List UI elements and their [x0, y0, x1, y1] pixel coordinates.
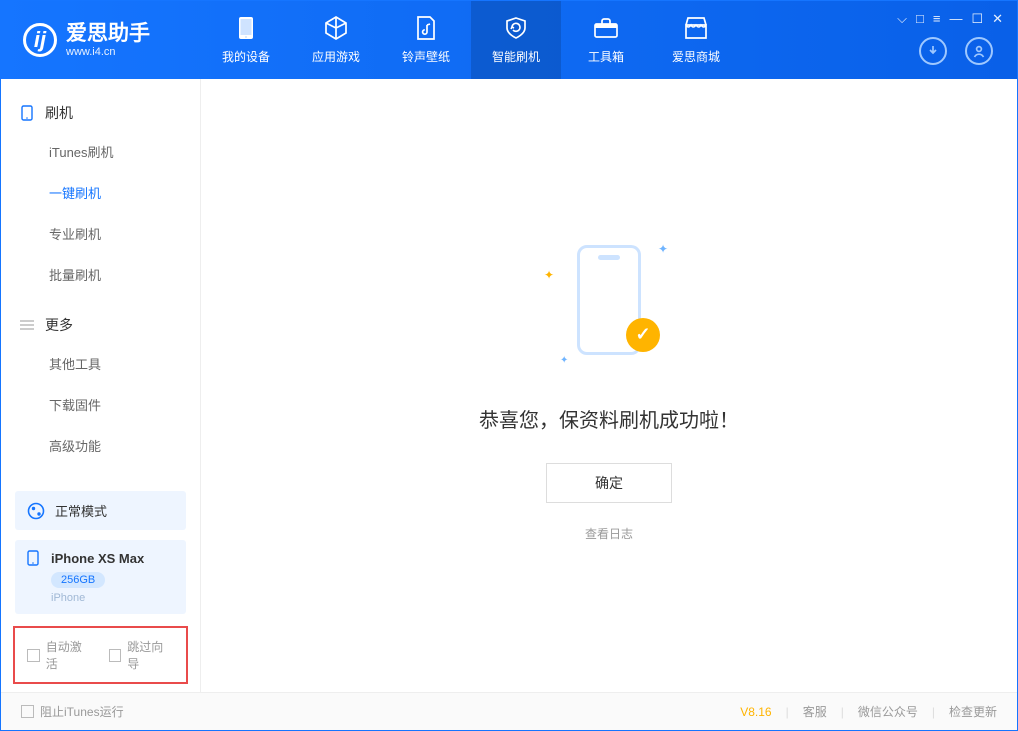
device-name: iPhone XS Max — [51, 551, 144, 566]
section-flash: 刷机 — [1, 95, 200, 131]
nav-tabs: 我的设备 应用游戏 铃声壁纸 智能刷机 工具箱 爱思商城 — [201, 1, 741, 79]
status-bar: 阻止iTunes运行 V8.16 | 客服 | 微信公众号 | 检查更新 — [1, 692, 1017, 730]
version-label: V8.16 — [740, 705, 771, 719]
list-icon — [19, 317, 35, 333]
nav-toolbox[interactable]: 工具箱 — [561, 1, 651, 79]
shirt-icon[interactable]: ⌵ — [897, 11, 907, 27]
device-icon — [233, 15, 259, 41]
view-log-link[interactable]: 查看日志 — [585, 525, 633, 542]
device-phone-icon — [27, 550, 43, 566]
check-badge-icon: ✓ — [626, 318, 660, 352]
device-box[interactable]: iPhone XS Max 256GB iPhone — [15, 540, 186, 614]
ok-button[interactable]: 确定 — [546, 463, 672, 503]
user-button[interactable] — [965, 37, 993, 65]
checkbox-icon — [21, 705, 34, 718]
sidebar-batch-flash[interactable]: 批量刷机 — [1, 254, 200, 295]
logo: ij 爱思助手 www.i4.cn — [1, 22, 201, 59]
mode-label: 正常模式 — [55, 501, 107, 520]
app-site: www.i4.cn — [66, 46, 150, 59]
highlighted-options: 自动激活 跳过向导 — [13, 626, 188, 684]
phone-icon — [19, 105, 35, 121]
close-button[interactable]: ✕ — [992, 11, 1003, 27]
sidebar-advanced[interactable]: 高级功能 — [1, 425, 200, 466]
sparkle-icon: ✦ — [658, 242, 668, 256]
maximize-button[interactable]: ☐ — [971, 11, 983, 27]
download-button[interactable] — [919, 37, 947, 65]
device-storage: 256GB — [51, 572, 105, 588]
cube-icon — [323, 15, 349, 41]
customer-service-link[interactable]: 客服 — [803, 703, 827, 720]
nav-store[interactable]: 爱思商城 — [651, 1, 741, 79]
logo-icon: ij — [23, 23, 57, 57]
sidebar: 刷机 iTunes刷机 一键刷机 专业刷机 批量刷机 更多 其他工具 下载固件 … — [1, 79, 201, 692]
refresh-shield-icon — [503, 15, 529, 41]
checkbox-icon — [27, 649, 40, 662]
music-file-icon — [413, 15, 439, 41]
sidebar-pro-flash[interactable]: 专业刷机 — [1, 213, 200, 254]
check-update-link[interactable]: 检查更新 — [949, 703, 997, 720]
minimize-button[interactable]: — — [949, 11, 962, 27]
nav-ringtones[interactable]: 铃声壁纸 — [381, 1, 471, 79]
sidebar-itunes-flash[interactable]: iTunes刷机 — [1, 131, 200, 172]
store-icon — [683, 15, 709, 41]
cb-block-itunes[interactable]: 阻止iTunes运行 — [21, 703, 124, 720]
mode-icon — [27, 502, 45, 520]
nav-my-device[interactable]: 我的设备 — [201, 1, 291, 79]
app-name: 爱思助手 — [66, 22, 150, 46]
cb-auto-activate[interactable]: 自动激活 — [27, 638, 93, 672]
sparkle-icon: ✦ — [544, 268, 554, 282]
title-bar: ij 爱思助手 www.i4.cn 我的设备 应用游戏 铃声壁纸 智能刷机 工具… — [1, 1, 1017, 79]
sparkle-icon: ✦ — [560, 355, 568, 366]
checkbox-icon — [109, 649, 122, 662]
device-type: iPhone — [51, 592, 174, 604]
cb-skip-guide[interactable]: 跳过向导 — [109, 638, 175, 672]
feedback-icon[interactable]: □ — [916, 11, 924, 27]
wechat-link[interactable]: 微信公众号 — [858, 703, 918, 720]
menu-icon[interactable]: ≡ — [933, 11, 941, 27]
nav-apps-games[interactable]: 应用游戏 — [291, 1, 381, 79]
success-message: 恭喜您，保资料刷机成功啦！ — [479, 404, 739, 433]
toolbox-icon — [593, 15, 619, 41]
nav-smart-flash[interactable]: 智能刷机 — [471, 1, 561, 79]
mode-box[interactable]: 正常模式 — [15, 491, 186, 530]
sidebar-other-tools[interactable]: 其他工具 — [1, 343, 200, 384]
window-controls: ⌵ □ ≡ — ☐ ✕ — [897, 1, 1017, 27]
section-more: 更多 — [1, 307, 200, 343]
sidebar-oneclick-flash[interactable]: 一键刷机 — [1, 172, 200, 213]
success-illustration: ✦ ✦ ✦ ✓ — [544, 230, 674, 370]
sidebar-download-firmware[interactable]: 下载固件 — [1, 384, 200, 425]
main-panel: ✦ ✦ ✦ ✓ 恭喜您，保资料刷机成功啦！ 确定 查看日志 — [201, 79, 1017, 692]
